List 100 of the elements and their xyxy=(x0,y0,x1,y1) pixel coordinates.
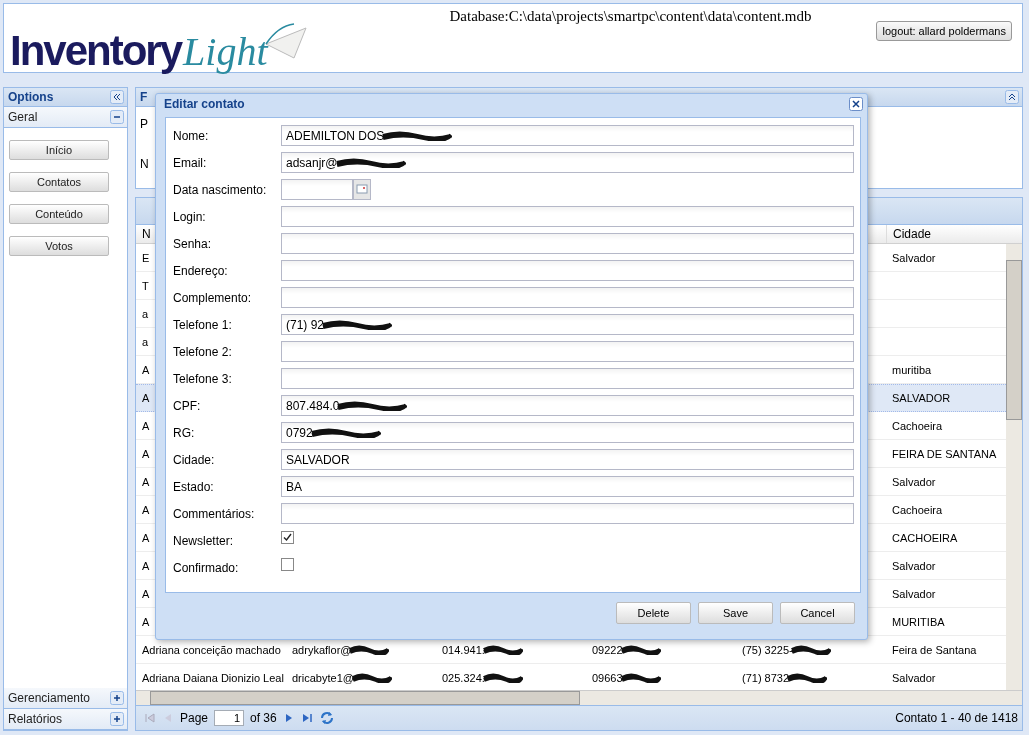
collapse-left-icon[interactable] xyxy=(110,90,124,104)
text-field[interactable] xyxy=(281,503,854,524)
field-label: Confirmado: xyxy=(173,560,240,575)
filter-label: N xyxy=(140,157,149,171)
column-header[interactable]: Cidade xyxy=(886,225,1006,243)
field-label: Data nascimento: xyxy=(173,182,268,197)
text-field[interactable] xyxy=(281,233,854,254)
dialog-button[interactable]: Cancel xyxy=(780,602,855,624)
dialog-button[interactable]: Save xyxy=(698,602,773,624)
table-cell: Salvador xyxy=(892,671,936,684)
text-field[interactable] xyxy=(281,341,854,362)
field-label: Telefone 1: xyxy=(173,317,233,332)
table-cell: Salvador xyxy=(892,475,936,488)
text-field[interactable]: (71) 92 xyxy=(281,314,854,335)
table-cell: A xyxy=(142,615,150,628)
table-cell: (71) 8732 xyxy=(742,671,790,684)
text-field[interactable]: BA xyxy=(281,476,854,497)
table-cell: E xyxy=(142,251,150,264)
calendar-icon[interactable] xyxy=(353,179,371,200)
nav-button[interactable]: Votos xyxy=(9,236,109,256)
field-label: Login: xyxy=(173,209,207,224)
table-cell: Salvador xyxy=(892,251,936,264)
field-label: RG: xyxy=(173,425,196,440)
field-label: Endereço: xyxy=(173,263,229,278)
text-field[interactable] xyxy=(281,260,854,281)
table-cell: 09222 xyxy=(592,643,623,656)
table-cell: a xyxy=(142,335,149,348)
logo-text: Inventory xyxy=(10,30,182,72)
dialog-button[interactable]: Delete xyxy=(616,602,691,624)
table-cell: A xyxy=(142,559,150,572)
page-count: of 36 xyxy=(250,711,277,725)
table-cell: A xyxy=(142,363,150,376)
table-cell: muritiba xyxy=(892,363,932,376)
text-field[interactable]: adsanjr@ xyxy=(281,152,854,173)
text-field[interactable]: 807.484.0 xyxy=(281,395,854,416)
table-cell: FEIRA DE SANTANA xyxy=(892,447,997,460)
nav-button[interactable]: Contatos xyxy=(9,172,109,192)
table-cell: Cachoeira xyxy=(892,503,943,516)
filter-label: P xyxy=(140,117,148,131)
expand-icon[interactable] xyxy=(110,712,124,726)
table-cell: 09663 xyxy=(592,671,623,684)
table-cell: Cachoeira xyxy=(892,419,943,432)
expand-icon[interactable] xyxy=(110,691,124,705)
table-cell: a xyxy=(142,307,149,320)
field-label: Email: xyxy=(173,155,208,170)
table-cell: Salvador xyxy=(892,587,936,600)
paging-summary: Contato 1 - 40 de 1418 xyxy=(895,711,1018,725)
collapse-up-icon[interactable] xyxy=(1005,90,1019,104)
field-label: Cidade: xyxy=(173,452,216,467)
refresh-icon[interactable] xyxy=(318,710,335,726)
last-page-icon[interactable] xyxy=(300,712,313,724)
field-label: Senha: xyxy=(173,236,213,251)
field-label: Commentários: xyxy=(173,506,256,521)
panel-title: Options xyxy=(8,90,54,104)
field-label: CPF: xyxy=(173,398,202,413)
checkbox[interactable] xyxy=(281,531,294,544)
table-cell: Feira de Santana xyxy=(892,643,977,656)
table-cell: A xyxy=(142,392,150,404)
field-label: Nome: xyxy=(173,128,210,143)
database-path: Database:C:\data\projects\smartpc\content\data\content.mdb xyxy=(449,8,812,25)
nav-button[interactable]: Início xyxy=(9,140,109,160)
text-field[interactable]: 0792 xyxy=(281,422,854,443)
table-cell: Adriana conceição machado xyxy=(142,643,281,656)
table-cell: (75) 3225- xyxy=(742,643,793,656)
table-cell: adrykaflor@ xyxy=(292,643,352,656)
text-field[interactable] xyxy=(281,287,854,308)
close-icon[interactable] xyxy=(849,97,863,111)
horizontal-scrollbar[interactable] xyxy=(136,690,1022,705)
accordion-section[interactable]: Geral xyxy=(8,110,38,124)
text-field[interactable]: SALVADOR xyxy=(281,449,854,470)
table-cell: CACHOEIRA xyxy=(892,531,958,544)
page-label: Page xyxy=(180,711,209,725)
table-cell: MURITIBA xyxy=(892,615,945,628)
text-field[interactable] xyxy=(281,368,854,389)
field-label: Telefone 3: xyxy=(173,371,233,386)
field-label: Telefone 2: xyxy=(173,344,233,359)
logout-button[interactable]: logout: allard poldermans xyxy=(876,21,1012,41)
table-cell: 014.941. xyxy=(442,643,485,656)
table-cell: A xyxy=(142,503,150,516)
table-cell: T xyxy=(142,279,149,292)
text-field[interactable]: ADEMILTON DOS xyxy=(281,125,854,146)
nav-button[interactable]: Conteúdo xyxy=(9,204,109,224)
table-cell: A xyxy=(142,531,150,544)
checkbox[interactable] xyxy=(281,558,294,571)
panel-title: F xyxy=(140,90,148,104)
table-cell: Adriana Daiana Dionizio Leal xyxy=(142,671,284,684)
field-label: Estado: xyxy=(173,479,215,494)
text-field[interactable] xyxy=(281,206,854,227)
table-cell: A xyxy=(142,587,150,600)
first-page-icon[interactable] xyxy=(144,712,156,724)
collapse-icon[interactable] xyxy=(110,110,124,124)
date-field[interactable] xyxy=(281,179,353,200)
table-cell: SALVADOR xyxy=(892,392,951,404)
table-cell: dricabyte1@ xyxy=(292,671,354,684)
page-field[interactable]: 1 xyxy=(214,710,245,726)
table-cell: 025.324. xyxy=(442,671,485,684)
logo-script-text: Light xyxy=(183,32,268,72)
table-cell: A xyxy=(142,419,150,432)
vertical-scrollbar[interactable] xyxy=(1006,244,1022,690)
table-cell: A xyxy=(142,447,150,460)
